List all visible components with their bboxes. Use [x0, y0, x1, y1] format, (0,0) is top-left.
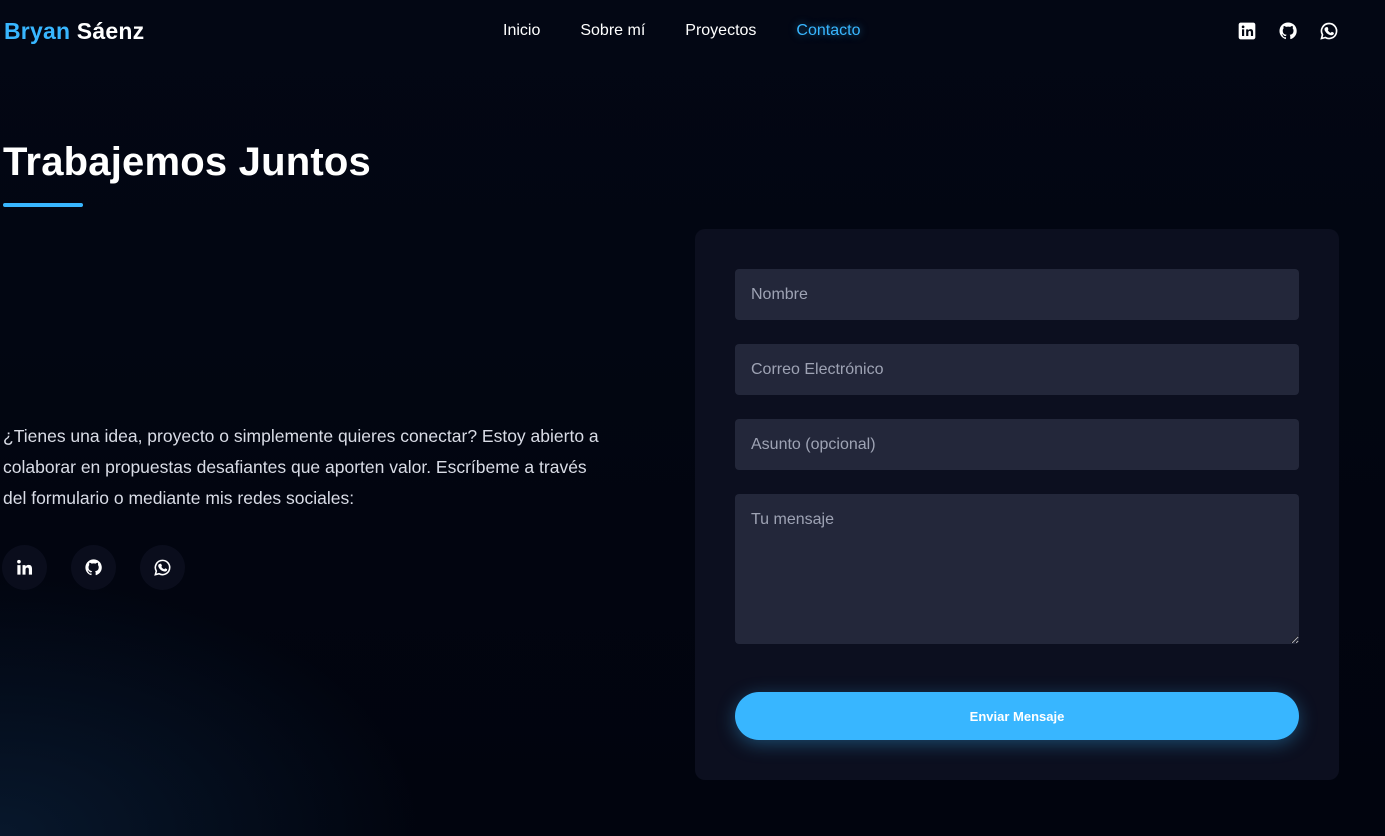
contact-social-links [2, 545, 185, 590]
header-social-links [1237, 21, 1339, 41]
message-field[interactable] [735, 494, 1299, 644]
subject-field[interactable] [735, 419, 1299, 470]
title-underline [3, 203, 83, 207]
send-message-button[interactable]: Enviar Mensaje [735, 692, 1299, 740]
brand-logo[interactable]: Bryan Sáenz [4, 18, 144, 45]
site-header: Bryan Sáenz Inicio Sobre mí Proyectos Co… [0, 0, 1385, 66]
nav-item-contacto[interactable]: Contacto [796, 22, 860, 40]
github-icon[interactable] [1278, 21, 1298, 41]
page-title: Trabajemos Juntos [3, 140, 371, 184]
linkedin-icon [17, 559, 33, 575]
email-field[interactable] [735, 344, 1299, 395]
linkedin-icon[interactable] [1237, 21, 1257, 41]
contact-description: ¿Tienes una idea, proyecto o simplemente… [3, 426, 599, 508]
brand-last-name: Sáenz [76, 18, 145, 44]
name-field[interactable] [735, 269, 1299, 320]
nav-item-inicio[interactable]: Inicio [503, 22, 540, 40]
github-icon [85, 559, 102, 576]
nav-item-sobre-mi[interactable]: Sobre mí [580, 22, 645, 40]
whatsapp-button[interactable] [140, 545, 185, 590]
contact-form: Enviar Mensaje [695, 229, 1339, 780]
whatsapp-icon[interactable] [1319, 21, 1339, 41]
nav-item-proyectos[interactable]: Proyectos [685, 22, 756, 40]
main-nav: Inicio Sobre mí Proyectos Contacto [503, 22, 900, 40]
brand-first-name: Bryan [4, 18, 71, 44]
linkedin-button[interactable] [2, 545, 47, 590]
github-button[interactable] [71, 545, 116, 590]
whatsapp-icon [154, 559, 171, 576]
